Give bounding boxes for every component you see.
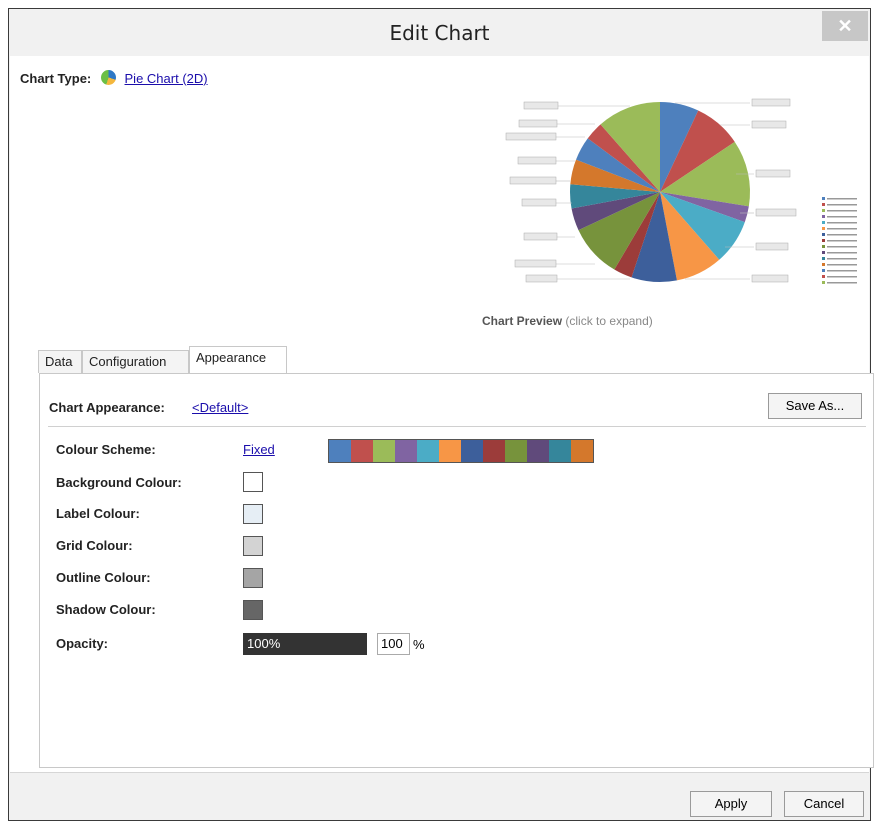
opacity-unit: %: [413, 637, 425, 652]
legend-marker: [822, 281, 825, 284]
chart-appearance-label: Chart Appearance:: [49, 400, 165, 415]
tab-appearance[interactable]: Appearance: [189, 346, 287, 374]
grid-colour-label: Grid Colour:: [56, 538, 133, 553]
scheme-swatch: [527, 440, 549, 462]
background-colour-swatch[interactable]: [243, 472, 263, 492]
close-button[interactable]: ✕: [822, 11, 868, 41]
legend-marker: [822, 221, 825, 224]
shadow-colour-label: Shadow Colour:: [56, 602, 156, 617]
opacity-label: Opacity:: [56, 636, 109, 651]
chart-preview-caption[interactable]: Chart Preview (click to expand): [482, 314, 653, 328]
legend-marker: [822, 233, 825, 236]
scheme-swatch: [483, 440, 505, 462]
save-as-button[interactable]: Save As...: [768, 393, 862, 419]
legend-marker: [822, 251, 825, 254]
legend-entry: [827, 234, 857, 236]
cancel-button[interactable]: Cancel: [784, 791, 864, 817]
legend-entry: [827, 198, 857, 200]
legend-marker: [822, 215, 825, 218]
label-colour-label: Label Colour:: [56, 506, 140, 521]
legend-entry: [827, 228, 857, 230]
opacity-slider[interactable]: 100%: [243, 633, 367, 655]
chart-type-link[interactable]: Pie Chart (2D): [125, 71, 208, 86]
legend-marker: [822, 227, 825, 230]
grid-colour-swatch[interactable]: [243, 536, 263, 556]
legend-entry: [827, 258, 857, 260]
legend-marker: [822, 257, 825, 260]
legend-marker: [822, 263, 825, 266]
footer-divider: [10, 772, 869, 773]
outline-colour-swatch[interactable]: [243, 568, 263, 588]
scheme-swatch: [549, 440, 571, 462]
legend-marker: [822, 269, 825, 272]
legend-entry: [827, 222, 857, 224]
legend-marker: [822, 203, 825, 206]
dialog-content: Chart Type: Pie Chart (2D) Chart Preview…: [10, 56, 874, 772]
colour-scheme-link[interactable]: Fixed: [243, 442, 275, 457]
scheme-swatch: [461, 440, 483, 462]
legend-entry: [827, 204, 857, 206]
legend-entry: [827, 216, 857, 218]
outline-colour-label: Outline Colour:: [56, 570, 151, 585]
title-bar: Edit Chart ✕: [9, 9, 870, 56]
tab-data[interactable]: Data: [38, 350, 82, 373]
legend-entry: [827, 252, 857, 254]
chart-preview-title: Chart Preview: [482, 314, 563, 328]
scheme-swatch: [395, 440, 417, 462]
appearance-panel: Chart Appearance: <Default> Save As... C…: [39, 373, 874, 768]
scheme-swatch: [505, 440, 527, 462]
legend-entry: [827, 276, 857, 278]
legend-marker: [822, 209, 825, 212]
preview-legend: [822, 197, 857, 284]
divider: [48, 426, 866, 427]
scheme-swatch: [417, 440, 439, 462]
legend-entry: [827, 240, 857, 242]
label-colour-swatch[interactable]: [243, 504, 263, 524]
background-colour-label: Background Colour:: [56, 475, 182, 490]
scheme-swatch: [439, 440, 461, 462]
legend-entry: [827, 270, 857, 272]
dialog-title: Edit Chart: [389, 21, 490, 45]
legend-marker: [822, 197, 825, 200]
tab-configuration[interactable]: Configuration: [82, 350, 189, 373]
apply-button[interactable]: Apply: [690, 791, 772, 817]
legend-entry: [827, 246, 857, 248]
chart-preview[interactable]: [500, 89, 880, 329]
scheme-swatch: [373, 440, 395, 462]
colour-scheme-label: Colour Scheme:: [56, 442, 156, 457]
legend-entry: [827, 210, 857, 212]
scheme-swatch: [571, 440, 593, 462]
legend-entry: [827, 264, 857, 266]
chart-type-row: Chart Type: Pie Chart (2D): [20, 70, 208, 86]
shadow-colour-swatch[interactable]: [243, 600, 263, 620]
legend-marker: [822, 275, 825, 278]
pie-chart-icon: [100, 70, 116, 85]
colour-scheme-swatches[interactable]: [328, 439, 594, 463]
legend-marker: [822, 245, 825, 248]
pie-slices: [570, 102, 750, 282]
legend-marker: [822, 239, 825, 242]
scheme-swatch: [351, 440, 373, 462]
chart-appearance-link[interactable]: <Default>: [192, 400, 248, 415]
legend-entry: [827, 282, 857, 284]
scheme-swatch: [329, 440, 351, 462]
edit-chart-dialog: Edit Chart ✕ Chart Type: Pie Chart (2D): [8, 8, 874, 821]
opacity-input[interactable]: 100: [377, 633, 410, 655]
chart-type-label: Chart Type:: [20, 71, 92, 86]
chart-preview-hint: (click to expand): [565, 314, 653, 328]
